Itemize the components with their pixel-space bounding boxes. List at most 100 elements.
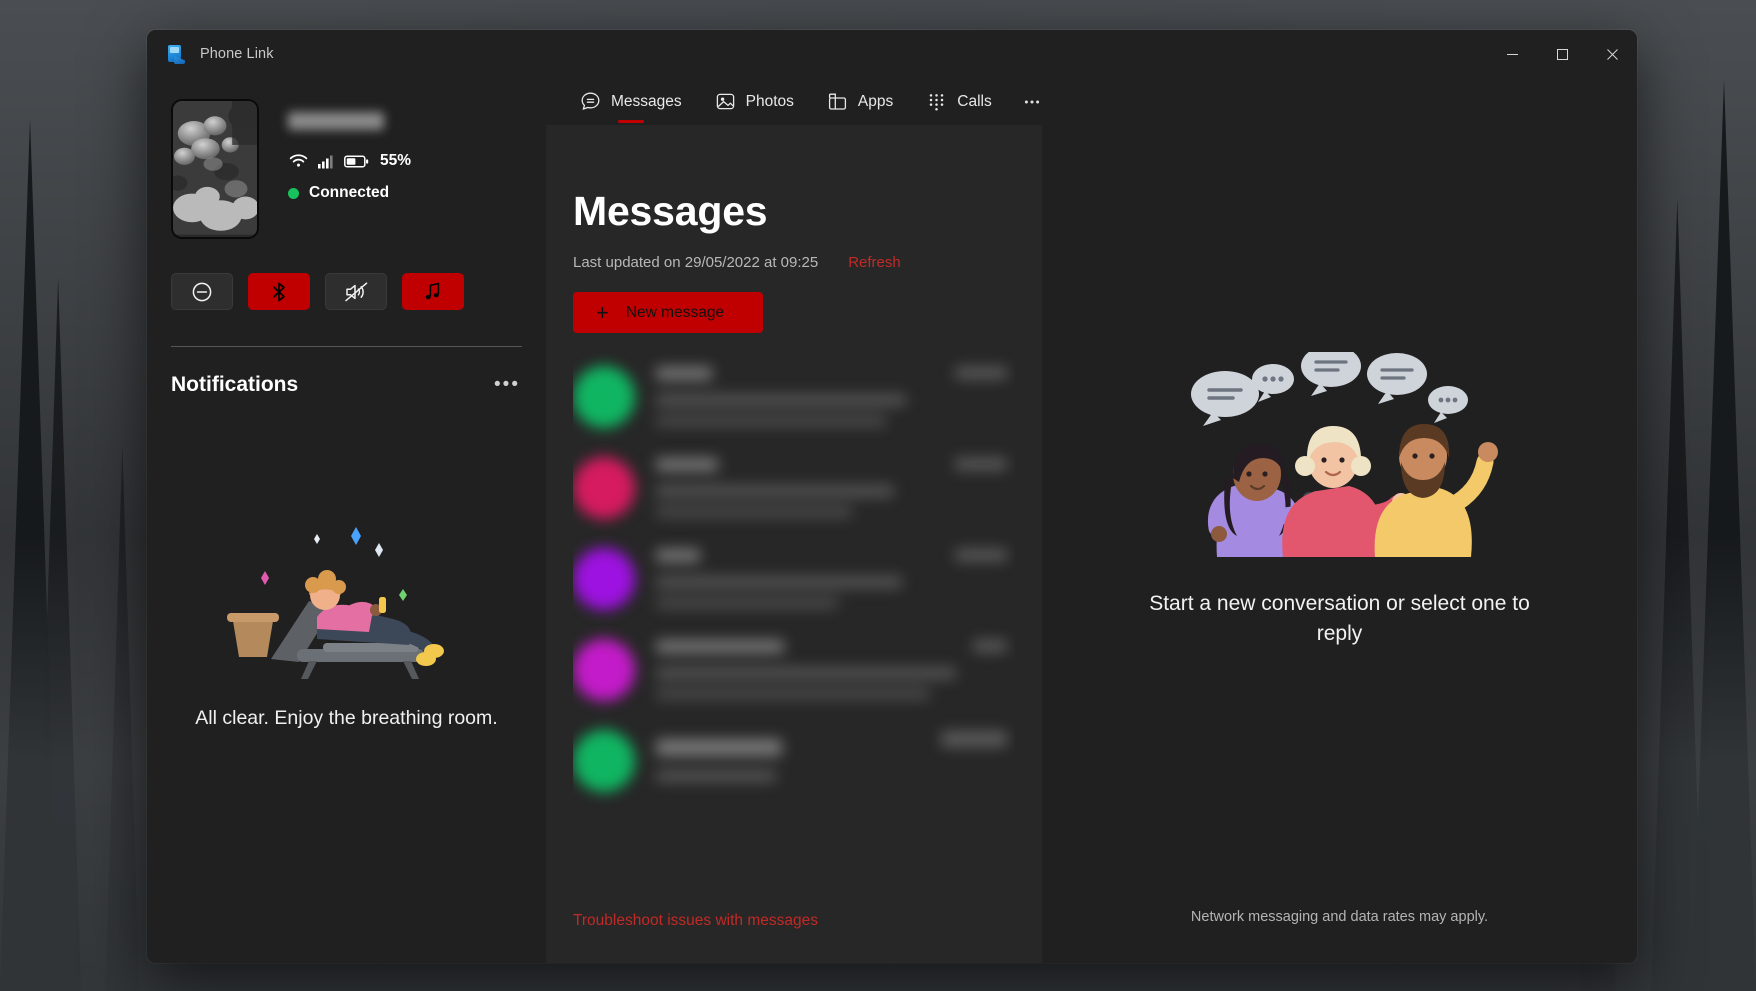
- quick-actions: [171, 273, 522, 310]
- conversation-text: [656, 458, 955, 518]
- conversation-preview-redacted: [656, 667, 956, 679]
- conversation-preview-redacted: [656, 485, 894, 497]
- person-relaxing-on-lounge-chair-illustration: [213, 509, 481, 679]
- avatar: [573, 366, 635, 428]
- troubleshoot-link[interactable]: Troubleshoot issues with messages: [573, 912, 818, 930]
- phone-link-icon: [166, 44, 186, 64]
- conversation-time-redacted: [955, 367, 1007, 379]
- conversation-placeholder-panel: Start a new conversation or select one t…: [1042, 78, 1637, 963]
- dialpad-icon: [926, 91, 947, 112]
- minimize-button[interactable]: [1487, 30, 1537, 78]
- refresh-link[interactable]: Refresh: [848, 254, 901, 271]
- ellipsis-icon: [1022, 92, 1042, 112]
- avatar: [573, 730, 635, 792]
- status-badge: Connected: [309, 184, 389, 202]
- apps-gift-icon: [827, 91, 848, 112]
- music-note-icon: [423, 281, 443, 303]
- tab-photos[interactable]: Photos: [704, 78, 805, 125]
- messages-content: Messages Last updated on 29/05/2022 at 0…: [546, 125, 1042, 963]
- tab-active-underline: [618, 120, 644, 124]
- conversation-time-redacted: [955, 549, 1007, 561]
- bluetooth-button[interactable]: [248, 273, 310, 310]
- conversation-name-redacted: [656, 549, 700, 562]
- title-bar: Phone Link: [147, 30, 1637, 78]
- list-item[interactable]: [573, 351, 1015, 442]
- battery-icon: [344, 154, 369, 169]
- conversation-name-redacted: [656, 640, 784, 653]
- conversation-time-redacted: [973, 640, 1007, 652]
- last-updated-row: Last updated on 29/05/2022 at 09:25 Refr…: [573, 254, 1015, 271]
- minus-circle-icon: [191, 281, 213, 303]
- device-screen-thumbnail[interactable]: [171, 99, 259, 239]
- conversation-preview-redacted: [656, 506, 852, 518]
- conversation-list[interactable]: [573, 351, 1015, 963]
- tab-calls[interactable]: Calls: [915, 78, 1002, 125]
- ringer-mute-button[interactable]: [325, 273, 387, 310]
- conversation-preview-redacted: [656, 394, 906, 406]
- new-message-label: New message: [626, 304, 724, 322]
- tab-apps[interactable]: Apps: [816, 78, 904, 125]
- conversation-time-redacted: [955, 458, 1007, 470]
- device-summary: 55% Connected: [171, 99, 522, 239]
- tab-bar: Messages Photos: [546, 78, 1042, 125]
- status-dot: [288, 188, 299, 199]
- foliage-wallpaper-image: [173, 101, 257, 235]
- cellular-signal-icon: [318, 154, 335, 169]
- close-button[interactable]: [1587, 30, 1637, 78]
- avatar: [573, 639, 635, 701]
- conversation-preview-redacted: [656, 770, 776, 782]
- tab-messages[interactable]: Messages: [569, 78, 693, 125]
- tab-label: Photos: [746, 93, 794, 111]
- list-item[interactable]: [573, 715, 1015, 806]
- list-item[interactable]: [573, 533, 1015, 624]
- tab-label: Calls: [957, 93, 991, 111]
- placeholder-caption: Start a new conversation or select one t…: [1125, 589, 1555, 650]
- conversation-preview-redacted: [656, 688, 930, 700]
- phone-link-window: Phone Link: [147, 30, 1637, 963]
- new-message-button[interactable]: + New message: [573, 292, 763, 333]
- device-name-redacted: [288, 112, 384, 130]
- notifications-header: Notifications •••: [171, 371, 522, 399]
- conversation-name-redacted: [656, 739, 782, 756]
- notifications-empty-state: All clear. Enjoy the breathing room.: [171, 399, 522, 963]
- device-sidebar: 55% Connected: [147, 78, 546, 963]
- do-not-disturb-button[interactable]: [171, 273, 233, 310]
- placeholder-content: Start a new conversation or select one t…: [1125, 352, 1555, 690]
- list-item[interactable]: [573, 442, 1015, 533]
- maximize-button[interactable]: [1537, 30, 1587, 78]
- notifications-more-button[interactable]: •••: [492, 371, 522, 399]
- conversation-time-redacted: [941, 731, 1007, 747]
- device-status-icons: 55%: [288, 152, 411, 170]
- window-title: Phone Link: [200, 46, 274, 62]
- notifications-title: Notifications: [171, 373, 298, 397]
- wifi-icon: [288, 153, 309, 169]
- media-player-button[interactable]: [402, 273, 464, 310]
- window-body: 55% Connected: [147, 78, 1637, 963]
- avatar: [573, 548, 635, 610]
- conversation-name-redacted: [656, 458, 718, 471]
- speaker-mute-icon: [344, 281, 369, 303]
- last-updated-text: Last updated on 29/05/2022 at 09:25: [573, 254, 818, 271]
- battery-percent: 55%: [380, 152, 411, 170]
- placeholder-footnote: Network messaging and data rates may app…: [1042, 909, 1637, 925]
- messages-panel: Messages Photos: [546, 78, 1042, 963]
- conversation-preview-redacted: [656, 576, 902, 588]
- window-controls: [1487, 30, 1637, 78]
- list-item[interactable]: [573, 624, 1015, 715]
- photo-icon: [715, 91, 736, 112]
- conversation-text: [656, 640, 973, 700]
- tab-label: Apps: [858, 93, 893, 111]
- conversation-preview-redacted: [656, 597, 838, 609]
- sidebar-divider: [171, 346, 522, 347]
- device-details: 55% Connected: [288, 99, 411, 239]
- three-people-chatting-illustration: [1165, 352, 1515, 557]
- bluetooth-icon: [269, 281, 289, 303]
- tab-label: Messages: [611, 93, 682, 111]
- conversation-text: [656, 549, 955, 609]
- notifications-empty-caption: All clear. Enjoy the breathing room.: [195, 705, 497, 733]
- conversation-name-redacted: [656, 367, 712, 380]
- message-bubble-icon: [580, 91, 601, 112]
- conversation-preview-redacted: [656, 415, 886, 427]
- connection-status: Connected: [288, 184, 411, 202]
- page-title: Messages: [573, 188, 1015, 235]
